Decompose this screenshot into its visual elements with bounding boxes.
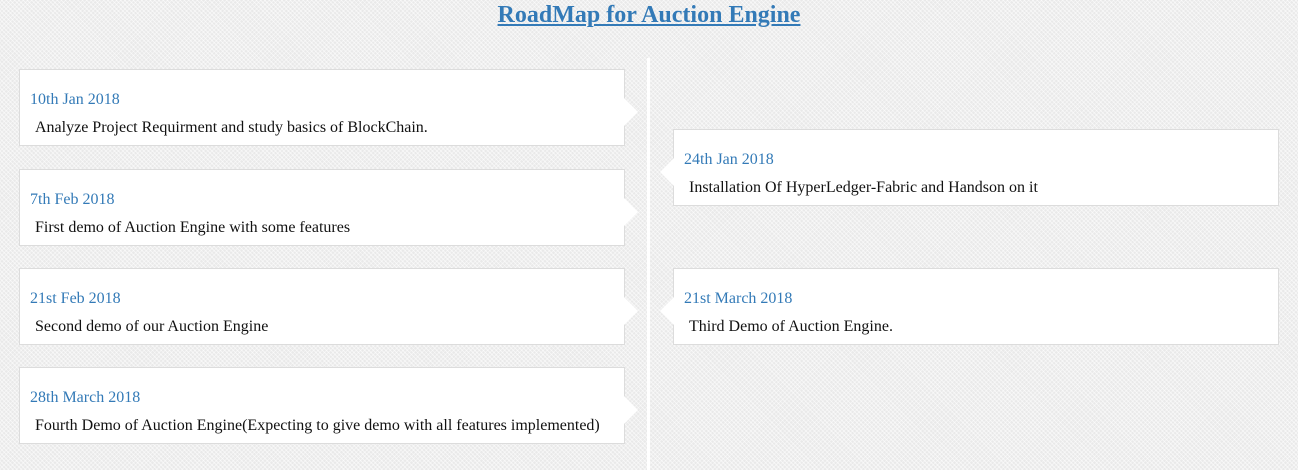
event-date: 21st March 2018 [684,290,793,307]
event-date: 21st Feb 2018 [30,290,121,307]
event-date: 10th Jan 2018 [30,91,120,108]
timeline-event-7-feb-2018: 7th Feb 2018 First demo of Auction Engin… [19,169,638,246]
timeline-line [647,58,650,470]
event-date: 7th Feb 2018 [30,191,115,208]
timeline-event-21-march-2018: 21st March 2018 Third Demo of Auction En… [660,268,1279,345]
timeline-event-24-jan-2018: 24th Jan 2018 Installation Of HyperLedge… [660,129,1279,206]
event-description: Second demo of our Auction Engine [35,318,269,335]
event-description: Fourth Demo of Auction Engine(Expecting … [35,417,600,434]
event-date: 28th March 2018 [30,389,141,406]
event-description: First demo of Auction Engine with some f… [35,219,351,236]
timeline-event-21-feb-2018: 21st Feb 2018 Second demo of our Auction… [19,268,638,345]
page-title-link[interactable]: RoadMap for Auction Engine [0,0,1298,29]
event-description: Installation Of HyperLedger-Fabric and H… [689,179,1038,196]
timeline-event-28-march-2018: 28th March 2018 Fourth Demo of Auction E… [19,367,638,444]
timeline-event-10-jan-2018: 10th Jan 2018 Analyze Project Requirment… [19,69,638,146]
event-description: Analyze Project Requirment and study bas… [35,119,428,136]
event-date: 24th Jan 2018 [684,151,774,168]
event-description: Third Demo of Auction Engine. [689,318,893,335]
